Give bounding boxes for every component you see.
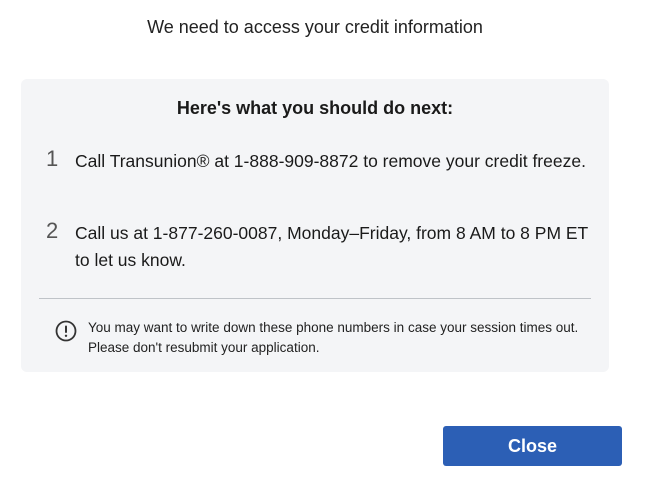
divider (39, 298, 591, 299)
note-text: You may want to write down these phone n… (88, 320, 579, 355)
step-text: Call us at 1-877-260-0087, Monday–Friday… (75, 223, 588, 270)
dialog-title: We need to access your credit informatio… (147, 17, 483, 37)
panel-heading: Here's what you should do next: (176, 98, 454, 118)
step-text: Call Transunion® at 1-888-909-8872 to re… (75, 151, 586, 171)
step-number: 1 (46, 146, 59, 171)
instructions-panel: Here's what you should do next: 1 Call T… (21, 79, 609, 372)
step-number: 2 (46, 218, 59, 243)
exclamation-circle-icon (55, 320, 77, 342)
close-button[interactable]: Close (443, 426, 622, 466)
